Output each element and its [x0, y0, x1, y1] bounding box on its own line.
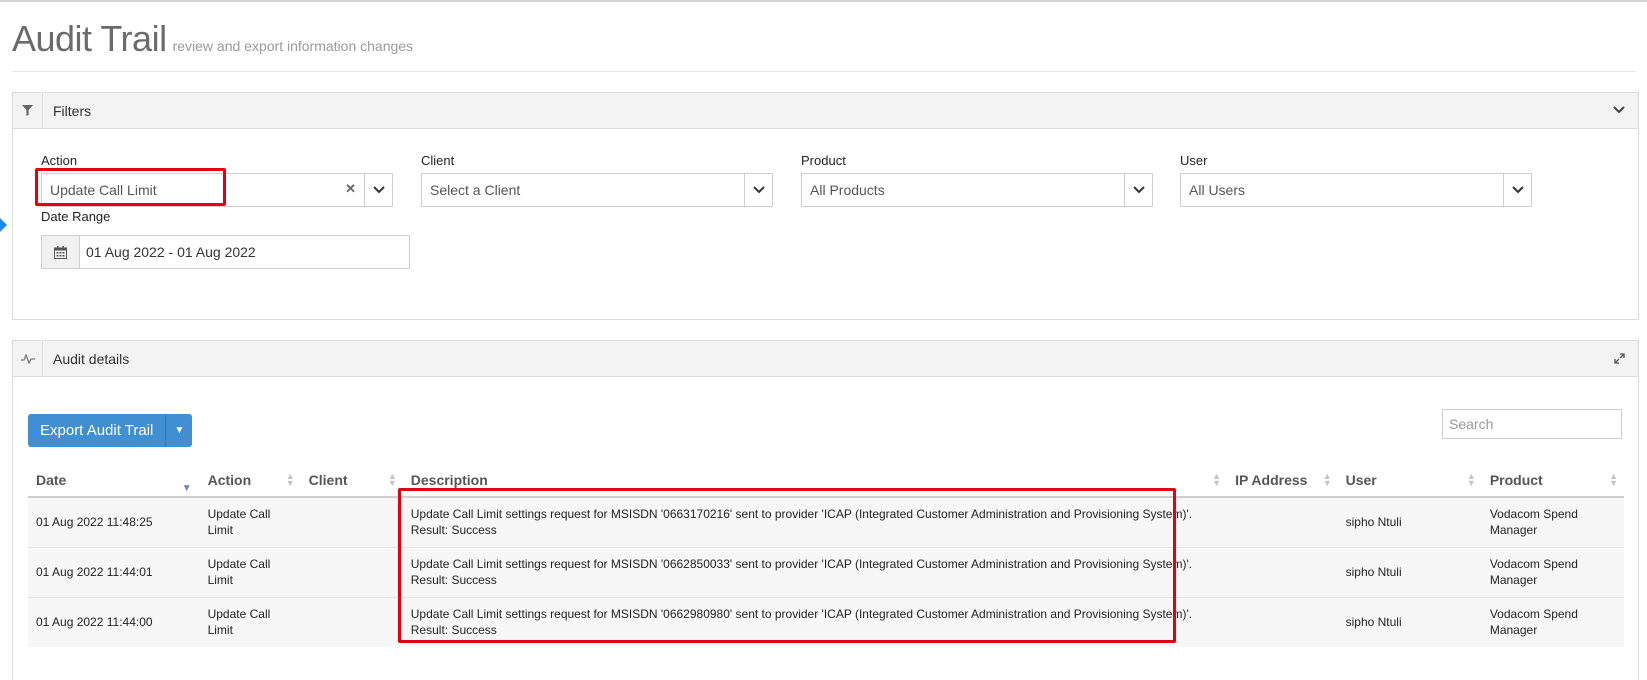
column-header-description[interactable]: Description ▲ ▼ [402, 463, 1228, 498]
audit-table: Date ▼ Action ▲ ▼ Client ▲ ▼ Description ▲ ▼ IP… [28, 463, 1624, 647]
column-header-label: Client [308, 471, 348, 488]
sort-icon: ▲ ▼ [387, 471, 397, 488]
column-header-label: User [1345, 471, 1377, 488]
table-row[interactable]: 01 Aug 2022 11:44:01 Update Call Limit U… [28, 546, 1624, 597]
sort-icon: ▲ ▼ [1609, 471, 1618, 488]
chevron-down-icon[interactable] [1124, 174, 1152, 206]
sort-icon: ▲ ▼ [1466, 471, 1476, 488]
audit-panel-heading: Audit details [13, 341, 1638, 377]
cell-user: sipho Ntuli [1337, 596, 1482, 647]
cell-description: Update Call Limit settings request for M… [402, 596, 1228, 647]
cell-product: Vodacom Spend Manager [1481, 496, 1624, 547]
chevron-down-icon[interactable] [744, 174, 772, 206]
cell-product: Vodacom Spend Manager [1481, 546, 1624, 597]
column-header-label: Date [36, 471, 67, 488]
activity-pulse-icon [13, 341, 43, 376]
user-label: User [1180, 153, 1208, 168]
collapse-chevron-icon[interactable] [1610, 101, 1628, 119]
sort-desc-icon: ▼ [181, 483, 192, 494]
filter-icon [13, 93, 43, 128]
cell-client [300, 496, 403, 547]
expand-icon[interactable] [1610, 349, 1628, 367]
table-row[interactable]: 01 Aug 2022 11:44:00 Update Call Limit U… [28, 596, 1624, 647]
client-label: Client [421, 153, 455, 168]
page-header: Audit Trail review and export information… [12, 18, 1636, 72]
sort-icon: ▲ ▼ [285, 471, 295, 488]
cell-date: 01 Aug 2022 11:48:25 [28, 496, 200, 547]
column-header-user[interactable]: User ▲ ▼ [1337, 463, 1482, 498]
cell-ip-address [1227, 596, 1338, 647]
column-header-label: IP Address [1235, 471, 1308, 488]
search-input[interactable] [1442, 409, 1622, 439]
cell-action: Update Call Limit [199, 596, 301, 647]
cell-client [300, 596, 403, 647]
cell-user: sipho Ntuli [1337, 546, 1482, 597]
cell-action: Update Call Limit [199, 496, 301, 547]
column-header-label: Description [410, 471, 488, 488]
column-header-ip-address[interactable]: IP Address ▲ ▼ [1227, 463, 1338, 498]
product-select-value: All Products [810, 182, 885, 198]
column-header-client[interactable]: Client ▲ ▼ [300, 463, 403, 498]
left-edge-marker-icon [0, 218, 7, 232]
export-audit-trail-button[interactable]: Export Audit Trail [28, 414, 167, 447]
chevron-down-icon[interactable] [364, 174, 392, 206]
date-range-value: 01 Aug 2022 - 01 Aug 2022 [86, 244, 256, 260]
cell-product: Vodacom Spend Manager [1481, 596, 1624, 647]
product-label: Product [801, 153, 846, 168]
action-label: Action [41, 153, 78, 168]
cell-action: Update Call Limit [199, 546, 301, 597]
cell-user: sipho Ntuli [1337, 496, 1482, 547]
user-select-value: All Users [1189, 182, 1246, 198]
user-select[interactable]: All Users [1180, 173, 1532, 207]
page-subtitle: review and export information changes [172, 38, 414, 54]
sort-icon: ▲ ▼ [1322, 471, 1332, 488]
cell-description: Update Call Limit settings request for M… [402, 496, 1228, 547]
cell-date: 01 Aug 2022 11:44:01 [28, 546, 200, 597]
calendar-icon[interactable] [42, 236, 80, 268]
action-select[interactable]: Update Call Limit ✕ [41, 173, 393, 207]
filters-panel: Filters Action Update Call Limit ✕ Clien… [12, 92, 1639, 320]
filters-panel-heading[interactable]: Filters [13, 93, 1638, 129]
filters-panel-title: Filters [53, 103, 92, 119]
action-select-value: Update Call Limit [50, 182, 157, 198]
export-button-group: Export Audit Trail ▼ [28, 414, 193, 447]
cell-ip-address [1227, 496, 1338, 547]
audit-details-panel: Audit details Export Audit Trail ▼ Date ▼… [12, 340, 1639, 680]
cell-ip-address [1227, 546, 1338, 597]
date-range-input[interactable]: 01 Aug 2022 - 01 Aug 2022 [41, 235, 410, 269]
cell-client [300, 546, 403, 597]
clear-selection-icon[interactable]: ✕ [345, 181, 356, 197]
caret-down-icon[interactable]: ▼ [166, 414, 193, 447]
cell-description: Update Call Limit settings request for M… [402, 546, 1228, 597]
column-header-date[interactable]: Date ▼ [28, 463, 200, 498]
column-header-product[interactable]: Product ▲ ▼ [1481, 463, 1624, 498]
column-header-label: Action [207, 471, 252, 488]
client-select[interactable]: Select a Client [421, 173, 773, 207]
sort-icon: ▲ ▼ [1212, 471, 1222, 488]
page-title: Audit Trail [12, 18, 167, 59]
column-header-action[interactable]: Action ▲ ▼ [199, 463, 301, 498]
chevron-down-icon[interactable] [1503, 174, 1531, 206]
top-border [0, 0, 1647, 2]
cell-date: 01 Aug 2022 11:44:00 [28, 596, 200, 647]
product-select[interactable]: All Products [801, 173, 1153, 207]
audit-panel-title: Audit details [53, 351, 130, 367]
date-range-label: Date Range [41, 209, 111, 224]
column-header-label: Product [1489, 471, 1543, 488]
client-select-value: Select a Client [430, 182, 521, 198]
table-row[interactable]: 01 Aug 2022 11:48:25 Update Call Limit U… [28, 496, 1624, 547]
table-header-row: Date ▼ Action ▲ ▼ Client ▲ ▼ Description ▲ ▼ IP… [28, 463, 1624, 498]
